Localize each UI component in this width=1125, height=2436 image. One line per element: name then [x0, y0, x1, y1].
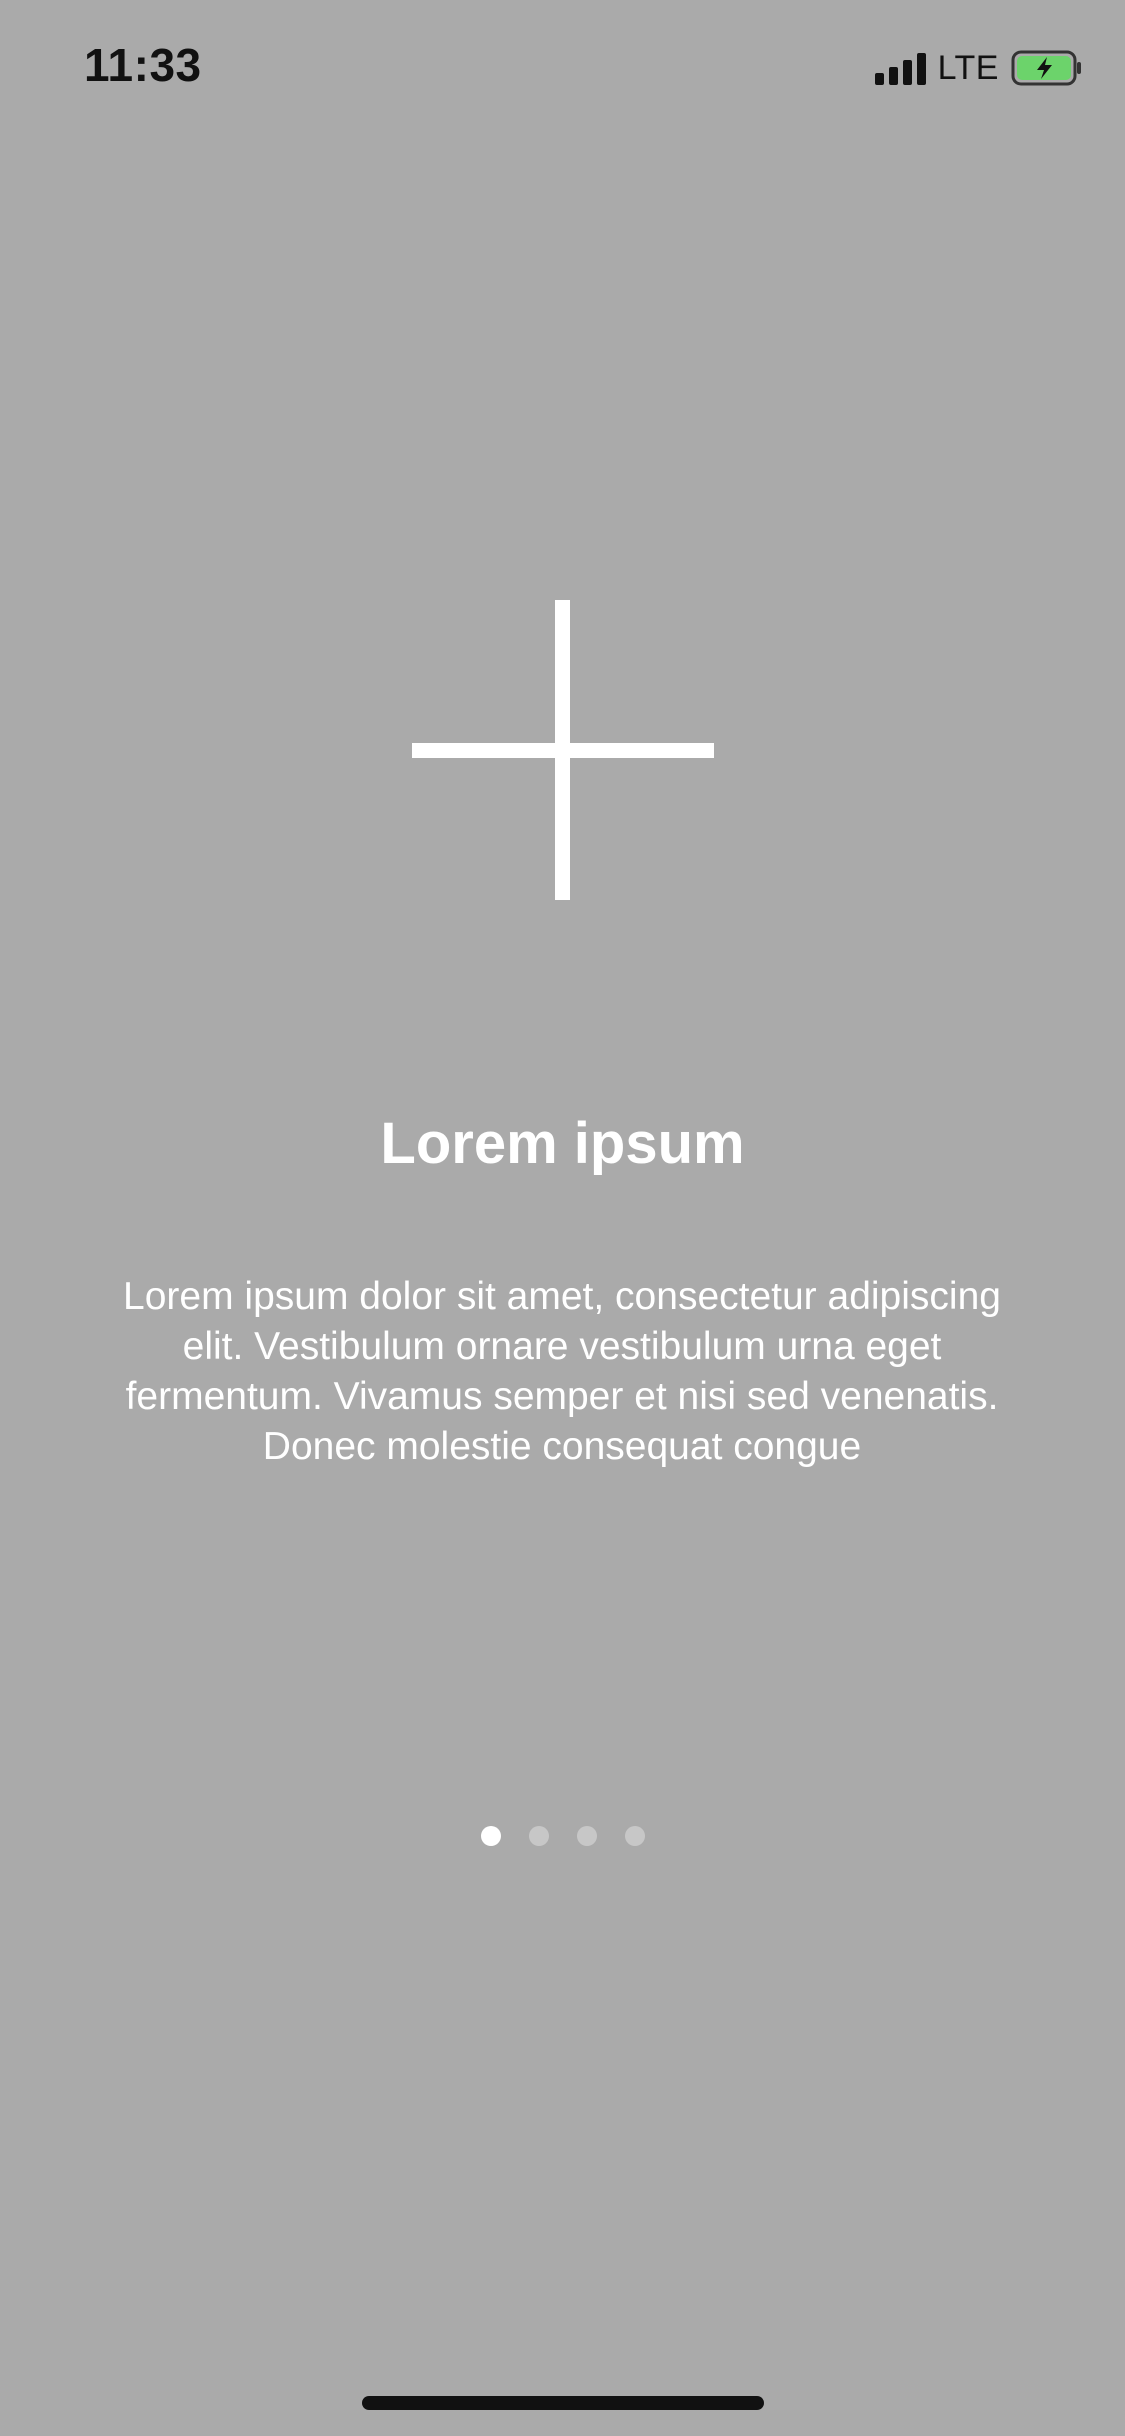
status-bar: 11:33 LTE: [0, 0, 1125, 132]
page-dot-1[interactable]: [480, 1826, 501, 1846]
page-dot-3[interactable]: [576, 1826, 597, 1846]
page-dot-2[interactable]: [528, 1826, 549, 1846]
plus-icon: [412, 600, 714, 900]
page-dot-4[interactable]: [624, 1826, 645, 1846]
onboarding-description: Lorem ipsum dolor sit amet, consectetur …: [123, 1275, 1001, 1468]
status-indicators: LTE: [874, 48, 1083, 88]
battery-charging-icon: [1011, 50, 1081, 86]
onboarding-screen: 11:33 LTE Lorem ipsum Lorem ipsum dolor …: [0, 0, 1125, 2436]
signal-strength-icon: [874, 51, 926, 85]
page-indicator[interactable]: [0, 1826, 1125, 1846]
status-time: 11:33: [84, 39, 202, 91]
home-indicator[interactable]: [362, 2396, 764, 2410]
onboarding-title: Lorem ipsum: [380, 1111, 745, 1176]
network-type-label: LTE: [937, 48, 999, 87]
